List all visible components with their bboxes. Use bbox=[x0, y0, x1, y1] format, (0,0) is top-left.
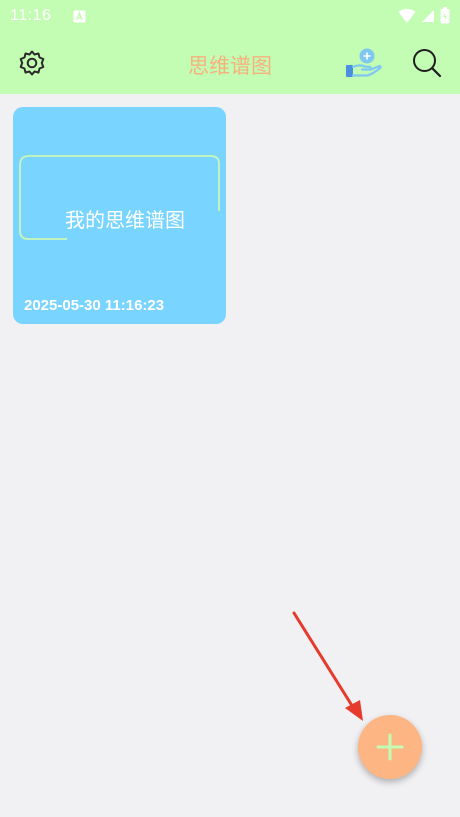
wifi-icon bbox=[398, 8, 416, 23]
search-button[interactable] bbox=[410, 46, 444, 80]
page-title: 思维谱图 bbox=[188, 54, 272, 78]
status-time: 11:16 bbox=[10, 7, 52, 24]
notification-icon bbox=[73, 10, 86, 22]
add-mind-map-button[interactable] bbox=[358, 715, 422, 779]
mind-map-node-text: 我的思维谱图 bbox=[65, 208, 185, 232]
share-button[interactable] bbox=[345, 46, 383, 80]
plus-icon bbox=[376, 733, 404, 761]
status-bar: 11:16 bbox=[0, 0, 460, 32]
mind-map-date: 2025-05-30 11:16:23 bbox=[24, 297, 165, 314]
app-screen: 11:16 思维谱图 我的思维谱图 2025-05-30 11:16:23 bbox=[0, 0, 460, 817]
mind-map-preview bbox=[19, 155, 220, 240]
share-hand-icon bbox=[346, 48, 382, 77]
signal-icon bbox=[422, 9, 434, 22]
battery-icon bbox=[440, 7, 450, 24]
search-icon bbox=[413, 49, 442, 78]
status-indicators bbox=[398, 7, 450, 24]
app-toolbar: 思维谱图 bbox=[0, 32, 460, 94]
mind-map-card[interactable]: 我的思维谱图 2025-05-30 11:16:23 bbox=[13, 107, 226, 324]
